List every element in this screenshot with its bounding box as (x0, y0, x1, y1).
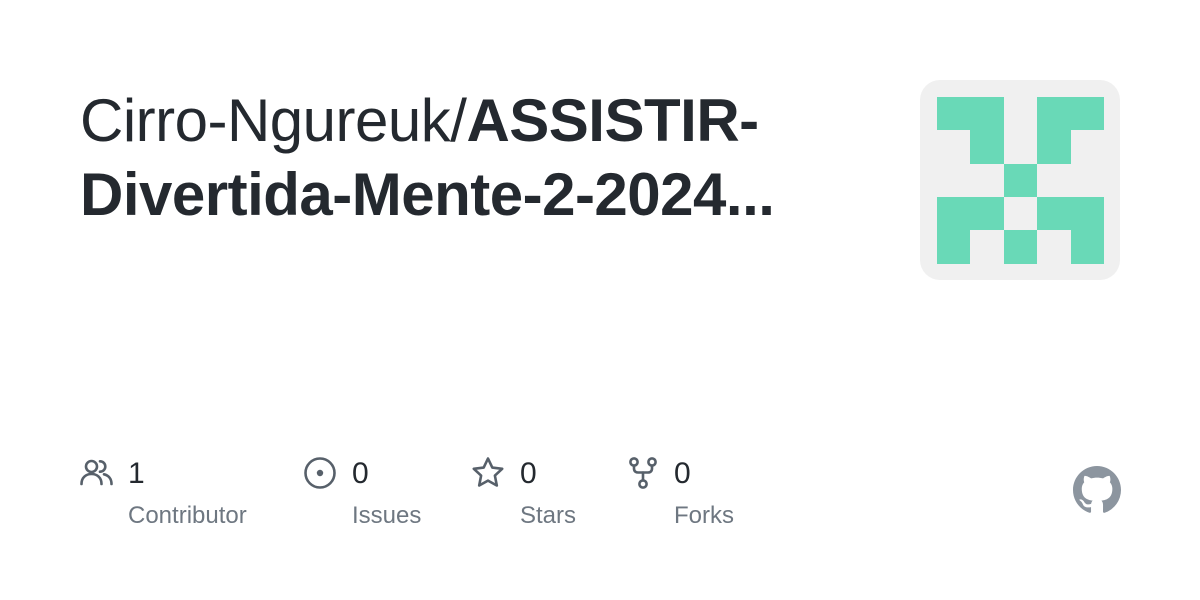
repo-avatar (920, 80, 1120, 280)
forks-label: Forks (674, 502, 734, 529)
contributors-count: 1 (128, 457, 145, 490)
stars-count: 0 (520, 457, 537, 490)
stat-issues[interactable]: 0 Issues (303, 456, 453, 536)
issue-opened-icon (304, 457, 336, 489)
issues-count: 0 (352, 457, 369, 490)
repo-owner: Cirro-Ngureuk/ (80, 87, 467, 154)
stars-label: Stars (520, 502, 577, 529)
identicon-icon (937, 97, 1104, 264)
contributors-label: Contributor (128, 502, 247, 529)
issues-label: Issues (352, 502, 422, 529)
forks-count: 0 (674, 457, 691, 490)
stat-contributors[interactable]: 1 Contributor (80, 456, 280, 536)
repo-title: Cirro-Ngureuk/ASSISTIR-Divertida-Mente-2… (80, 84, 870, 232)
repo-forked-icon (629, 457, 657, 489)
stat-forks[interactable]: 0 Forks (626, 456, 766, 536)
people-icon (80, 459, 113, 486)
github-mark-icon[interactable] (1073, 466, 1121, 514)
stat-stars[interactable]: 0 Stars (471, 456, 601, 536)
star-icon (472, 457, 504, 487)
